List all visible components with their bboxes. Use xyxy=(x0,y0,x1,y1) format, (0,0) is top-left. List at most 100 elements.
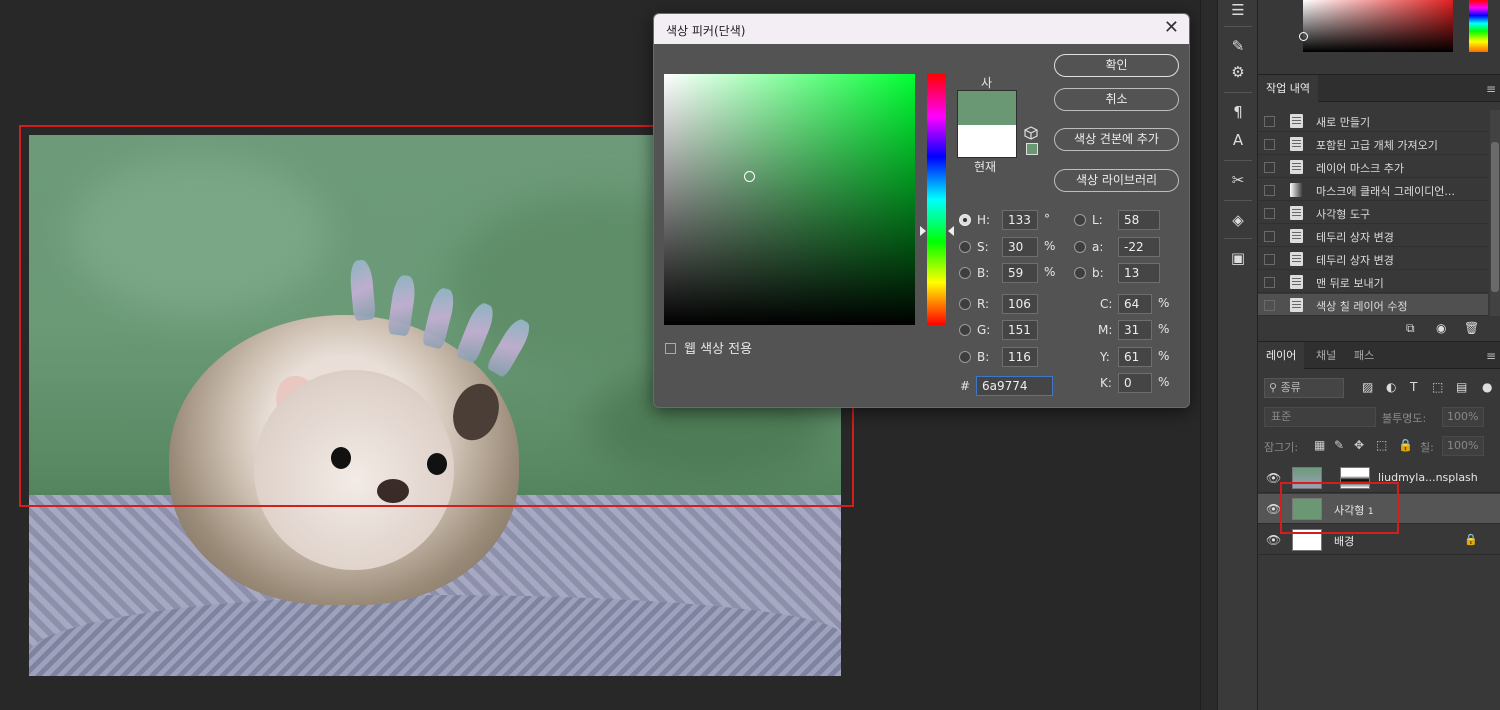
brightness-input[interactable]: 59 xyxy=(1002,263,1038,283)
visibility-eye-icon[interactable]: 👁 xyxy=(1266,533,1281,547)
dialog-titlebar[interactable]: 색상 피커(단색) ✕ xyxy=(654,14,1189,44)
close-icon[interactable]: ✕ xyxy=(1164,17,1179,38)
red-input[interactable]: 106 xyxy=(1002,294,1038,314)
add-to-swatches-button[interactable]: 색상 견본에 추가 xyxy=(1054,128,1179,151)
green-label: G: xyxy=(977,323,991,337)
tab-channels[interactable]: 채널 xyxy=(1308,342,1344,369)
color-picker-dialog[interactable]: 색상 피커(단색) ✕ 사 현재 확인 취소 색상 견본에 추가 색상 라이브러… xyxy=(653,13,1190,408)
brightness-label: B: xyxy=(977,266,990,280)
visibility-eye-icon[interactable]: 👁 xyxy=(1266,471,1281,485)
layers-menu-icon[interactable]: ≡ xyxy=(1486,349,1496,363)
shape-filter-icon[interactable]: ⬚ xyxy=(1432,380,1443,394)
red-radio[interactable] xyxy=(959,298,971,310)
color-panel-field[interactable] xyxy=(1303,0,1453,52)
history-item[interactable]: 포함된 고급 개체 가져오기 xyxy=(1258,133,1488,155)
adjustments-icon[interactable]: ⚙ xyxy=(1228,62,1248,82)
cyan-input[interactable]: 64 xyxy=(1118,294,1152,314)
layer-row-background[interactable]: 👁 배경 🔒 xyxy=(1258,525,1500,555)
ok-button[interactable]: 확인 xyxy=(1054,54,1179,77)
b-channel-input[interactable]: 13 xyxy=(1118,263,1160,283)
hue-slider-arrow-right[interactable] xyxy=(948,226,954,236)
document-icon xyxy=(1290,275,1303,289)
color-panel-cursor[interactable] xyxy=(1299,32,1308,41)
adjustment-filter-icon[interactable]: ◐ xyxy=(1386,380,1396,394)
color-panel xyxy=(1258,0,1500,72)
3d-cube-icon[interactable]: ◈ xyxy=(1228,210,1248,230)
magenta-input[interactable]: 31 xyxy=(1118,320,1152,340)
pixel-filter-icon[interactable]: ▨ xyxy=(1362,380,1373,394)
smart-object-filter-icon[interactable]: ▤ xyxy=(1456,380,1467,394)
snapshot-camera-icon[interactable]: ◉ xyxy=(1436,321,1446,335)
checkbox-box[interactable] xyxy=(665,343,676,354)
hue-input[interactable]: 133 xyxy=(1002,210,1038,230)
libraries-icon[interactable]: ▣ xyxy=(1228,248,1248,268)
lock-artboard-icon[interactable]: ⬚ xyxy=(1376,438,1387,452)
history-item[interactable]: 테두리 상자 변경 xyxy=(1258,225,1488,247)
lock-image-icon[interactable]: ✎ xyxy=(1334,438,1344,452)
filter-toggle-icon[interactable]: ● xyxy=(1482,380,1492,394)
trash-icon[interactable]: 🗑 xyxy=(1464,321,1479,335)
lock-all-icon[interactable]: 🔒 xyxy=(1398,438,1413,452)
green-input[interactable]: 151 xyxy=(1002,320,1038,340)
saturation-input[interactable]: 30 xyxy=(1002,237,1038,257)
history-item[interactable]: 맨 뒤로 보내기 xyxy=(1258,271,1488,293)
web-colors-only-checkbox[interactable]: 웹 색상 전용 xyxy=(665,338,752,357)
color-libraries-button[interactable]: 색상 라이브러리 xyxy=(1054,169,1179,192)
a-channel-input[interactable]: -22 xyxy=(1118,237,1160,257)
web-safe-swatch[interactable] xyxy=(1026,143,1038,155)
saturation-radio[interactable] xyxy=(959,241,971,253)
brightness-radio[interactable] xyxy=(959,267,971,279)
gradient-bar-icon[interactable]: ☰ xyxy=(1228,0,1248,20)
layer-row-rectangle[interactable]: 👁 사각형 1 xyxy=(1258,494,1500,524)
blue-radio[interactable] xyxy=(959,351,971,363)
history-item[interactable]: 마스크에 클래식 그레이디언... xyxy=(1258,179,1488,201)
layer-mask-thumbnail[interactable] xyxy=(1340,467,1370,489)
history-item[interactable]: 레이어 마스크 추가 xyxy=(1258,156,1488,178)
tab-layers[interactable]: 레이어 xyxy=(1258,342,1305,369)
yellow-input[interactable]: 61 xyxy=(1118,347,1152,367)
saturation-brightness-field[interactable] xyxy=(664,74,915,325)
visibility-eye-icon[interactable]: 👁 xyxy=(1266,502,1281,516)
paragraph-icon[interactable]: ¶ xyxy=(1228,102,1248,122)
cancel-button[interactable]: 취소 xyxy=(1054,88,1179,111)
history-menu-icon[interactable]: ≡ xyxy=(1486,82,1496,96)
black-input[interactable]: 0 xyxy=(1118,373,1152,393)
character-icon[interactable]: A xyxy=(1228,130,1248,150)
lock-position-icon[interactable]: ✥ xyxy=(1354,438,1364,452)
out-of-gamut-cube-icon[interactable] xyxy=(1024,126,1038,140)
hue-unit: ° xyxy=(1044,212,1050,226)
document-icon xyxy=(1290,229,1303,243)
history-item[interactable]: 테두리 상자 변경 xyxy=(1258,248,1488,270)
brush-settings-icon[interactable]: ✎ xyxy=(1228,36,1248,56)
lightness-radio[interactable] xyxy=(1074,214,1086,226)
color-panel-hue-bar[interactable] xyxy=(1469,0,1488,52)
lock-transparency-icon[interactable]: ▦ xyxy=(1314,438,1325,452)
tab-paths[interactable]: 패스 xyxy=(1346,342,1382,369)
hex-input[interactable]: 6a9774 xyxy=(976,376,1053,396)
current-color-swatch[interactable] xyxy=(958,125,1016,157)
tab-history[interactable]: 작업 내역 xyxy=(1258,75,1318,102)
opacity-input[interactable]: 100% xyxy=(1442,407,1484,427)
right-panels: 작업 내역 ≡ 새로 만들기 포함된 고급 개체 가져오기 레이어 마스크 추가… xyxy=(1258,0,1500,710)
history-item[interactable]: 새로 만들기 xyxy=(1258,110,1488,132)
new-document-from-state-icon[interactable]: ⧉ xyxy=(1406,321,1415,336)
layer-row-photo[interactable]: 👁 liudmyla...nsplash xyxy=(1258,463,1500,493)
fill-input[interactable]: 100% xyxy=(1442,436,1484,456)
b-channel-radio[interactable] xyxy=(1074,267,1086,279)
history-item[interactable]: 사각형 도구 xyxy=(1258,202,1488,224)
layer-filter-select[interactable]: ⚲ 종류 xyxy=(1264,378,1344,398)
blend-mode-select[interactable]: 표준 xyxy=(1264,407,1376,427)
hue-radio[interactable] xyxy=(959,214,971,226)
tools-icon[interactable]: ✂ xyxy=(1228,170,1248,190)
history-scrollbar[interactable] xyxy=(1490,110,1500,316)
color-cursor[interactable] xyxy=(744,171,755,182)
document-icon xyxy=(1290,298,1303,312)
a-channel-radio[interactable] xyxy=(1074,241,1086,253)
green-radio[interactable] xyxy=(959,324,971,336)
lightness-input[interactable]: 58 xyxy=(1118,210,1160,230)
hue-slider[interactable] xyxy=(927,74,946,325)
hue-slider-arrow-left[interactable] xyxy=(920,226,926,236)
history-item-selected[interactable]: 색상 칠 레이어 수정 xyxy=(1258,294,1488,316)
type-filter-icon[interactable]: T xyxy=(1410,380,1417,394)
blue-input[interactable]: 116 xyxy=(1002,347,1038,367)
